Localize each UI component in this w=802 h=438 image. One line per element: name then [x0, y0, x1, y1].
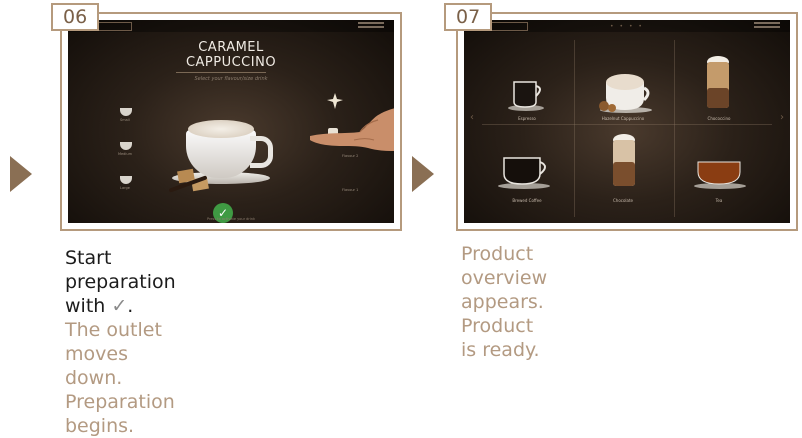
hazelnut-cappuccino-cup-icon[interactable]	[594, 66, 654, 114]
step-06-caption-line1: Start preparation with ✓.	[65, 246, 176, 318]
size-medium-icon[interactable]	[120, 142, 132, 150]
step-07-screen: • • • • ‹ › Espresso Hazelnut Cappuccino…	[464, 20, 790, 223]
status-readout	[358, 22, 384, 29]
nav-right-icon[interactable]: ›	[780, 112, 784, 123]
hand-pointer-icon	[310, 108, 394, 151]
size-small-icon[interactable]	[120, 108, 132, 116]
chococcino-glass-icon[interactable]	[704, 54, 732, 114]
grid-divider	[482, 124, 772, 125]
flow-arrow-left-icon	[10, 156, 32, 192]
product-hazelnut-cappuccino-label: Hazelnut Cappuccino	[601, 116, 645, 121]
step-06-caption: Start preparation with ✓. The outlet mov…	[65, 246, 176, 438]
bottom-hint: Press to activate your drink	[206, 217, 256, 221]
caption-period: .	[127, 295, 134, 317]
drink-title: CARAMEL CAPPUCCINO	[68, 40, 394, 70]
step-06-screen: CARAMEL CAPPUCCINO Select your flavour/s…	[68, 20, 394, 223]
step-06-screen-frame: CARAMEL CAPPUCCINO Select your flavour/s…	[60, 12, 402, 231]
nav-left-icon[interactable]: ‹	[470, 112, 474, 123]
step-06-number: 06	[51, 3, 100, 31]
check-icon: ✓	[111, 295, 128, 317]
cup-handle	[250, 136, 273, 168]
size-medium-label: Medium	[118, 152, 132, 156]
step-07-caption-line1: Product overview appears.	[461, 243, 548, 313]
size-large-icon[interactable]	[120, 176, 132, 184]
step-06-caption-line2: The outlet moves down.	[65, 319, 162, 389]
page-indicator: • • • •	[610, 23, 644, 30]
step-07-number: 07	[444, 3, 493, 31]
drink-title-line1: CARAMEL	[198, 40, 264, 55]
step-07-caption-line2: Product is ready.	[461, 315, 540, 361]
screen-topbar	[68, 20, 394, 32]
size-large-label: Large	[120, 186, 130, 190]
step-06-caption-line3: Preparation begins.	[65, 391, 175, 437]
grid-divider	[674, 40, 675, 217]
size-small-label: Small	[120, 118, 130, 122]
grid-divider	[574, 40, 575, 217]
step-07-caption: Product overview appears. Product is rea…	[461, 242, 547, 362]
espresso-cup-icon[interactable]	[506, 76, 546, 112]
step-07-screen-frame: • • • • ‹ › Espresso Hazelnut Cappuccino…	[456, 12, 798, 231]
drink-title-line2: CAPPUCCINO	[185, 55, 277, 70]
flow-arrow-middle-icon	[412, 156, 434, 192]
product-chococcino-label: Chococcino	[707, 116, 731, 121]
product-espresso-label: Espresso	[518, 116, 536, 121]
title-divider	[176, 72, 266, 73]
drink-subtitle: Select your flavour/size drink	[194, 76, 268, 82]
chocolate-glass-icon[interactable]	[610, 132, 638, 192]
tea-cup-icon[interactable]	[690, 156, 750, 190]
milk-foam	[188, 120, 254, 138]
flavour-1-label: Flavour 1	[342, 188, 359, 192]
product-chocolate-label: Chocolate	[612, 198, 633, 203]
brewed-coffee-cup-icon[interactable]	[494, 150, 554, 190]
product-brewed-coffee-label: Brewed Coffee	[512, 198, 542, 203]
product-tea-label: Tea	[715, 198, 723, 203]
